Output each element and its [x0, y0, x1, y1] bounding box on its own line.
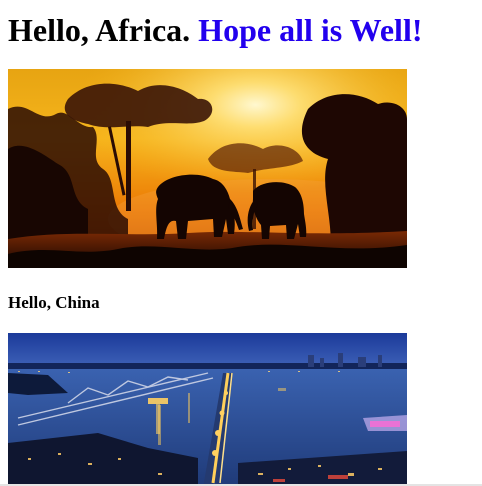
title-main-text: Hello, Africa.: [8, 12, 191, 48]
page-title: Hello, Africa. Hope all is Well!: [8, 12, 474, 48]
china-night-bridge-illustration: [8, 333, 407, 486]
china-subheading: Hello, China: [8, 293, 100, 312]
page-content: Hello, Africa. Hope all is Well! Hello, …: [8, 0, 474, 486]
africa-sunset-image: [8, 69, 407, 268]
china-bridge-image: [8, 333, 407, 486]
africa-sunset-illustration: [8, 69, 407, 268]
title-accent-text: Hope all is Well!: [198, 12, 423, 48]
